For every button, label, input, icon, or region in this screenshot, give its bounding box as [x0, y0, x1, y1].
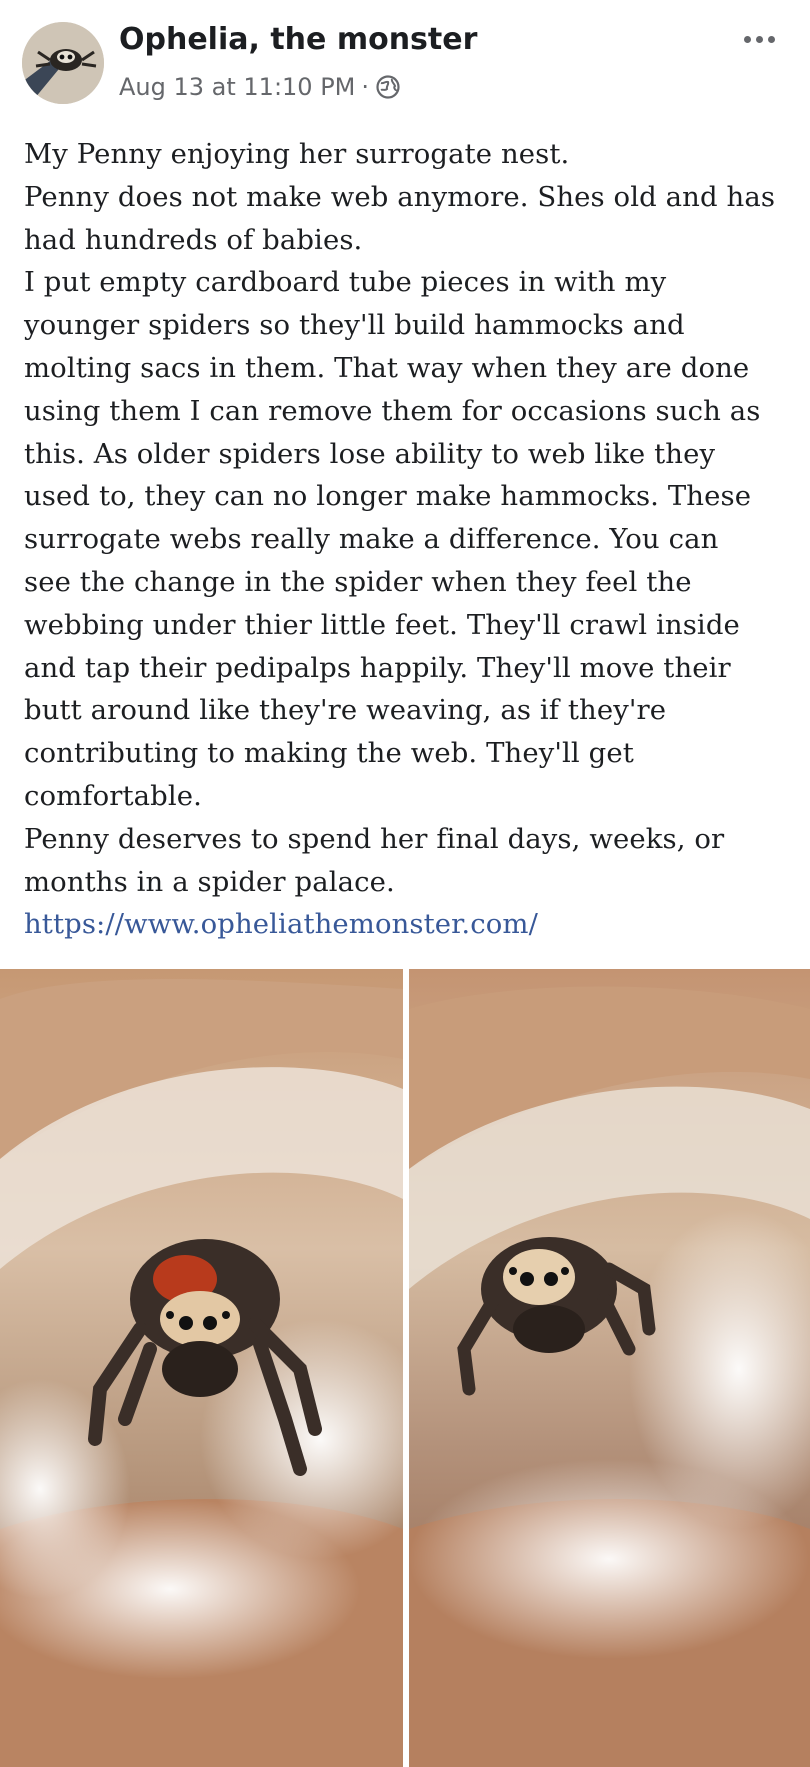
photo-spider-left[interactable] [0, 969, 403, 1767]
website-link[interactable]: https://www.opheliathemonster.com/ [24, 903, 794, 946]
author-name[interactable]: Ophelia, the monster [119, 22, 477, 57]
author-avatar[interactable] [22, 22, 104, 104]
post-text-line: comfortable. [24, 779, 202, 812]
avatar-image [22, 22, 104, 104]
more-dot [767, 35, 775, 43]
post-text-line: contributing to making the web. They'll … [24, 737, 634, 770]
spider-photo-image [409, 969, 810, 1767]
meta-separator: · [361, 73, 370, 101]
post-text-line: webbing under thier little feet. They'll… [24, 608, 740, 641]
more-dot [755, 35, 763, 43]
spider-photo-image [0, 969, 403, 1767]
post-text-line: this. As older spiders lose ability to w… [24, 437, 716, 470]
post-text-line: My Penny enjoying her surrogate nest. [24, 138, 570, 170]
post-text-line: had hundreds of babies. [24, 223, 363, 256]
more-dot [743, 35, 751, 43]
post-text-line: younger spiders so they'll build hammock… [24, 309, 685, 342]
post-text-line: and tap their pedipalps happily. They'll… [24, 651, 731, 684]
post-text-line: surrogate webs really make a difference.… [24, 523, 719, 556]
post-text-line: see the change in the spider when they f… [24, 565, 692, 598]
post-header: Ophelia, the monster Aug 13 at 11:10 PM … [0, 0, 810, 120]
post-text-line: molting sacs in them. That way when they… [24, 351, 750, 384]
post-text-line: Penny does not make web anymore. Shes ol… [24, 180, 776, 213]
post-text-line: butt around like they're weaving, as if … [24, 694, 667, 727]
post-text-line: Penny deserves to spend her final days, … [24, 822, 725, 855]
more-options-icon[interactable] [736, 26, 782, 52]
post-meta: Aug 13 at 11:10 PM · [119, 72, 401, 102]
post-text-line: using them I can remove them for occasio… [24, 394, 761, 427]
photo-spider-right[interactable] [409, 969, 810, 1767]
post-body: My Penny enjoying her surrogate nest. Pe… [24, 133, 794, 946]
post-text-line: I put empty cardboard tube pieces in wit… [24, 266, 667, 299]
post-text-line: used to, they can no longer make hammock… [24, 480, 752, 513]
post-timestamp[interactable]: Aug 13 at 11:10 PM [119, 73, 355, 101]
globe-icon [375, 74, 401, 100]
photo-grid [0, 969, 810, 1767]
post-text-line: months in a spider palace. [24, 865, 395, 898]
